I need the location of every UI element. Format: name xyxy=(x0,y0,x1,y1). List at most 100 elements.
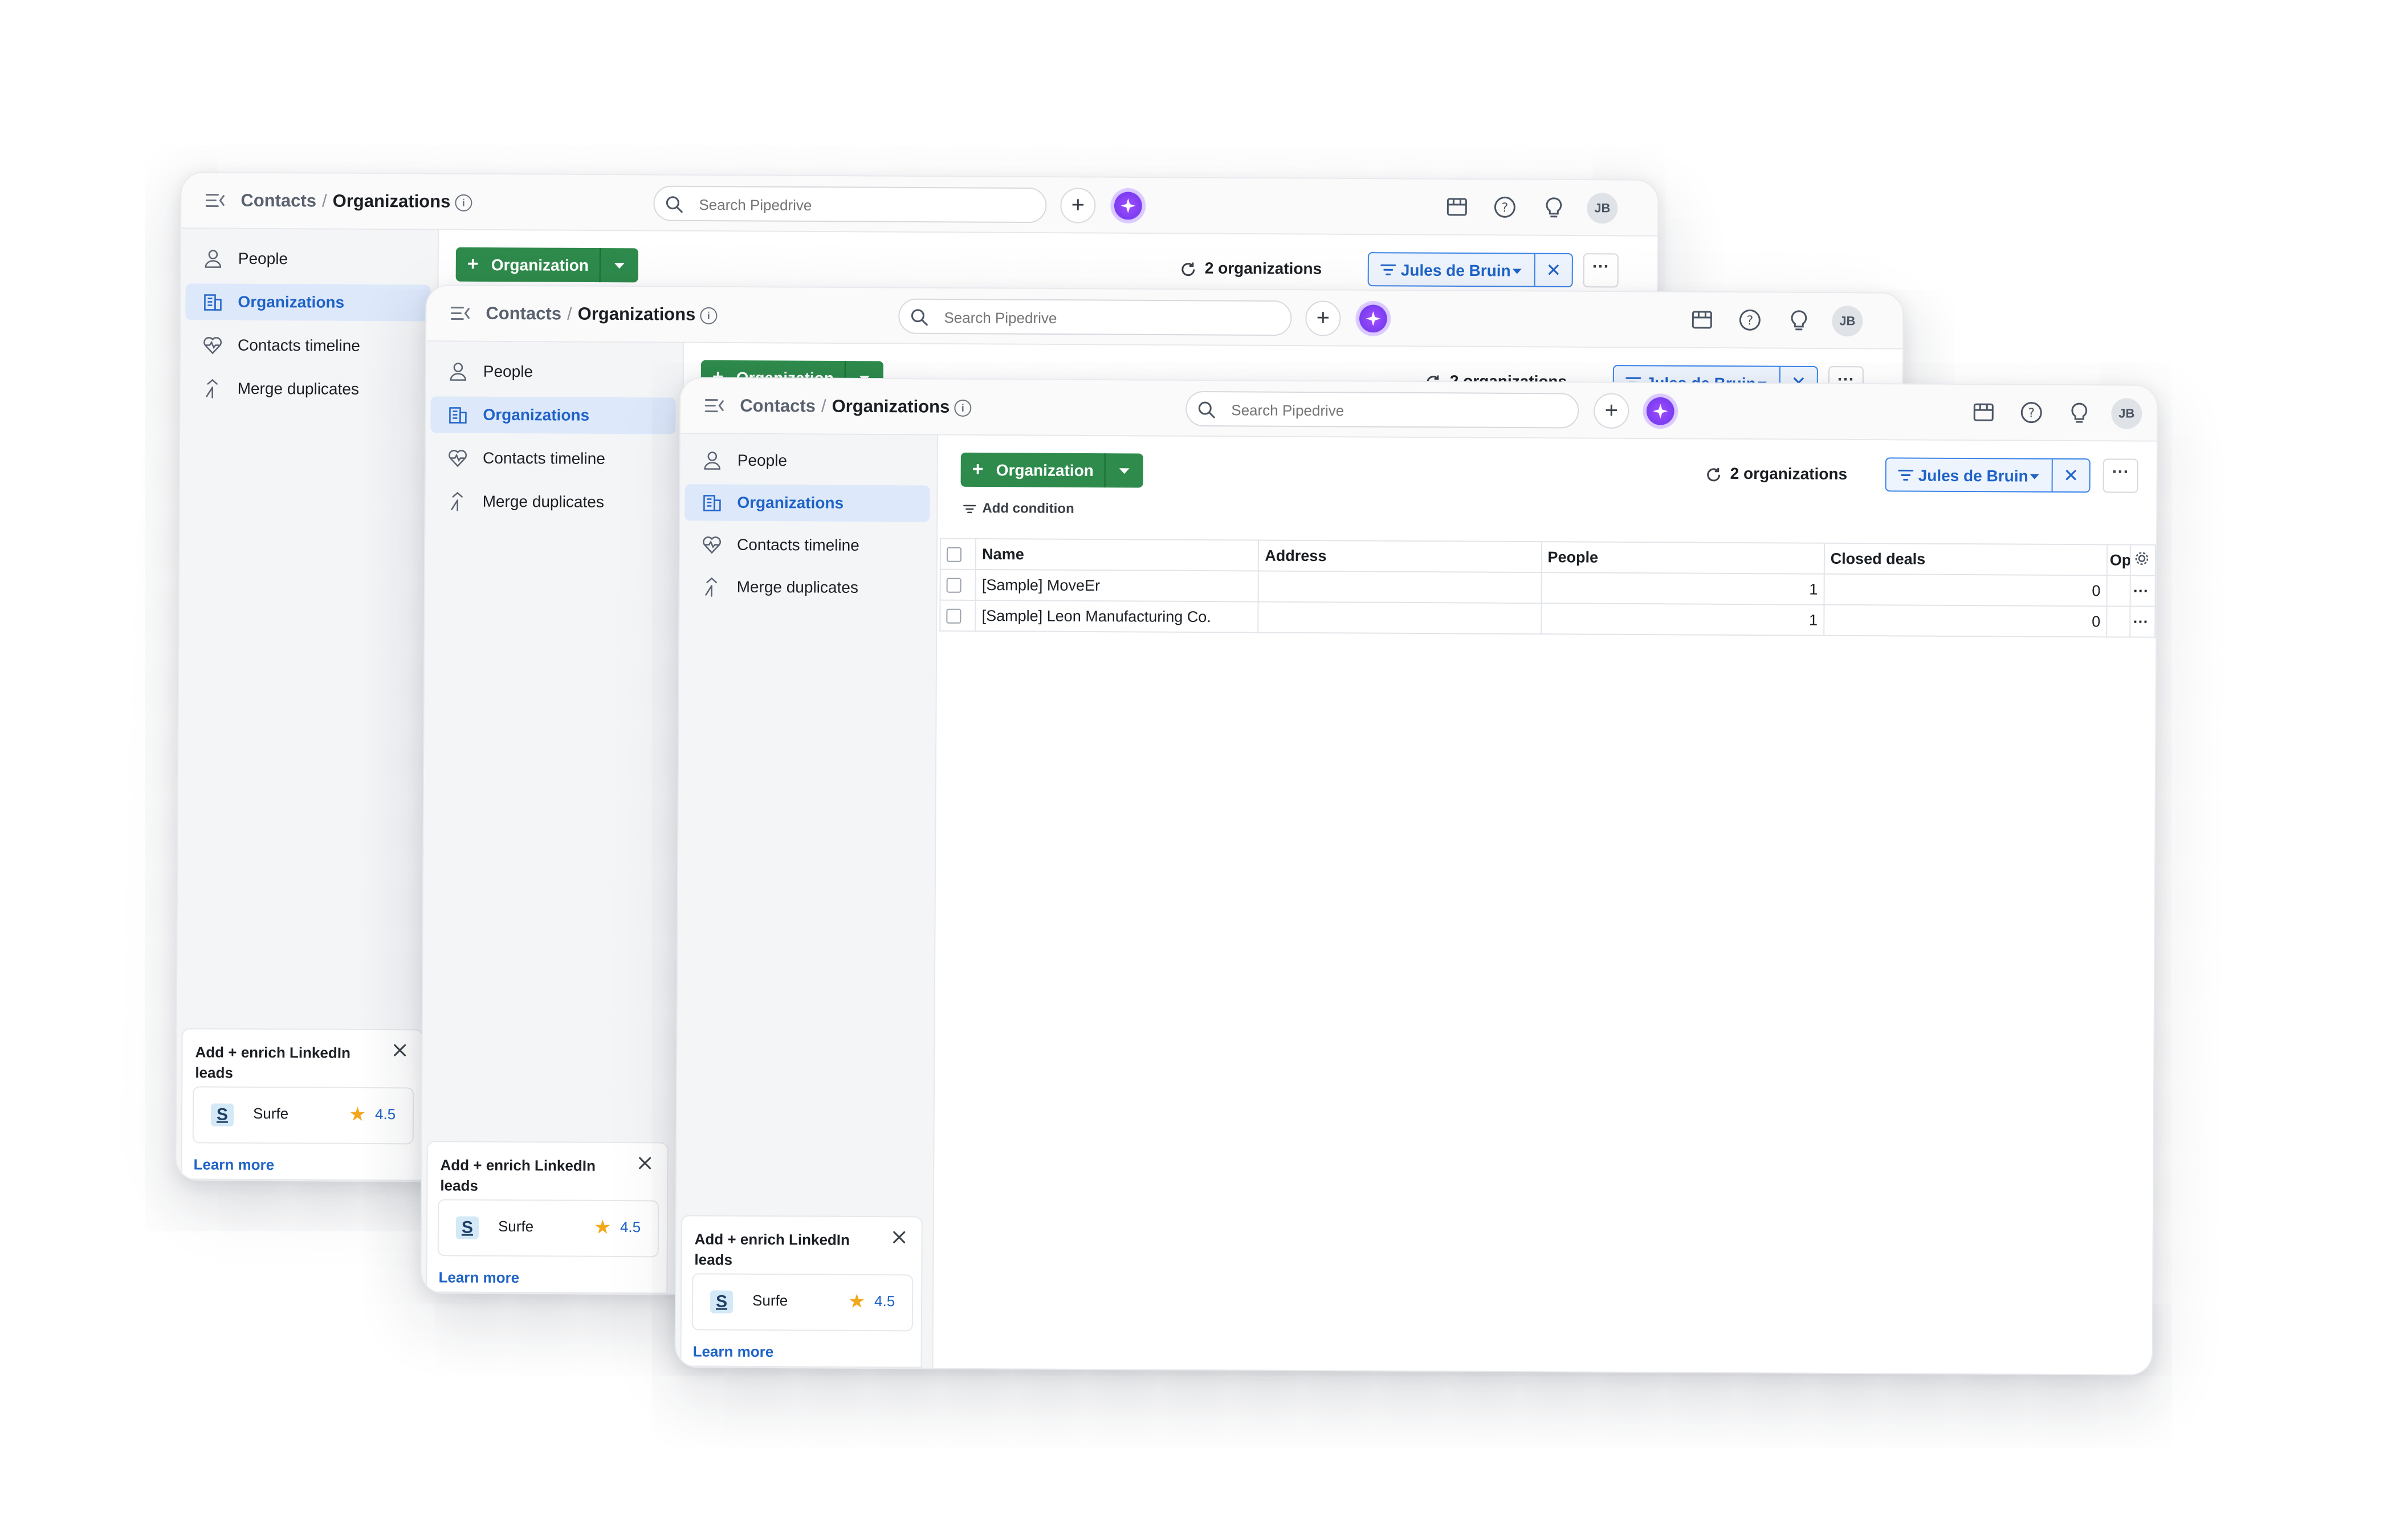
sidebar-item-people[interactable]: People xyxy=(685,442,930,479)
help-icon[interactable]: ? xyxy=(1492,194,1517,219)
column-header-closed-deals[interactable]: Closed deals xyxy=(1824,543,2107,576)
search-bar[interactable] xyxy=(1185,391,1579,429)
search-bar[interactable] xyxy=(898,298,1292,336)
help-icon[interactable]: ? xyxy=(1737,307,1762,332)
close-icon[interactable] xyxy=(891,1229,908,1246)
quick-add-button[interactable]: + xyxy=(1305,300,1341,336)
column-header-people[interactable]: People xyxy=(1541,542,1824,574)
top-bar: Contacts/Organizationsi + ? JB xyxy=(181,173,1658,237)
search-icon xyxy=(1198,401,1215,418)
info-icon[interactable]: i xyxy=(700,307,718,324)
page-title: Organizations xyxy=(577,303,696,324)
cell-closed-deals[interactable]: 0 xyxy=(1823,604,2107,637)
row-checkbox[interactable] xyxy=(946,578,961,593)
avatar[interactable]: JB xyxy=(1587,193,1618,224)
info-icon[interactable]: i xyxy=(954,399,972,417)
menu-toggle-icon[interactable] xyxy=(204,189,227,212)
search-input[interactable] xyxy=(698,192,1031,219)
cell-closed-deals[interactable]: 0 xyxy=(1824,574,2107,607)
add-organization-button[interactable]: + Organization xyxy=(455,247,638,283)
surfe-logo: S xyxy=(710,1290,734,1313)
learn-more-link[interactable]: Learn more xyxy=(438,1268,519,1287)
sidebar-item-merge-duplicates[interactable]: Merge duplicates xyxy=(430,483,675,520)
sidebar-item-contacts-timeline[interactable]: Contacts timeline xyxy=(430,440,675,477)
search-input[interactable] xyxy=(1230,398,1563,424)
info-icon[interactable]: i xyxy=(455,194,472,212)
menu-toggle-icon[interactable] xyxy=(703,394,726,417)
sidebar-item-people[interactable]: People xyxy=(431,353,676,391)
refresh-icon[interactable] xyxy=(1705,466,1722,483)
filter-button[interactable]: Jules de Bruin ✕ xyxy=(1885,457,2091,493)
close-icon[interactable] xyxy=(392,1042,409,1059)
close-icon[interactable] xyxy=(637,1154,654,1172)
add-organization-button[interactable]: + Organization xyxy=(960,452,1143,488)
sidebar-item-merge-duplicates[interactable]: Merge duplicates xyxy=(684,568,929,606)
quick-add-button[interactable]: + xyxy=(1060,188,1096,223)
help-icon[interactable]: ? xyxy=(2019,400,2044,425)
breadcrumb: Contacts / Organizations i xyxy=(241,187,472,215)
marketplace-icon[interactable] xyxy=(1971,400,1996,425)
cell-open-deals[interactable] xyxy=(2107,606,2130,637)
add-organization-label: Organization xyxy=(996,461,1094,480)
cell-people[interactable]: 1 xyxy=(1541,572,1824,605)
cell-people[interactable]: 1 xyxy=(1541,603,1824,636)
learn-more-link[interactable]: Learn more xyxy=(193,1156,274,1174)
cell-name[interactable]: [Sample] Leon Manufacturing Co. xyxy=(975,600,1258,633)
cell-address[interactable] xyxy=(1258,571,1542,604)
sidebar-item-contacts-timeline[interactable]: Contacts timeline xyxy=(185,327,430,364)
cell-address[interactable] xyxy=(1258,601,1542,635)
add-organization-dropdown[interactable] xyxy=(599,248,638,283)
cell-name[interactable]: [Sample] MoveEr xyxy=(975,569,1259,602)
sidebar-item-merge-duplicates[interactable]: Merge duplicates xyxy=(185,370,430,408)
more-options-button[interactable]: ··· xyxy=(2103,458,2138,493)
sidebar-item-label: Contacts timeline xyxy=(237,336,360,355)
ai-assistant-button[interactable] xyxy=(1643,393,1678,429)
sparkle-icon xyxy=(1653,404,1668,419)
sidebar-item-organizations[interactable]: Organizations xyxy=(430,396,676,434)
sidebar-item-organizations[interactable]: Organizations xyxy=(684,484,930,522)
search-bar[interactable] xyxy=(653,185,1047,223)
sidebar-item-contacts-timeline[interactable]: Contacts timeline xyxy=(684,526,930,564)
quick-add-button[interactable]: + xyxy=(1594,393,1629,429)
gear-icon[interactable] xyxy=(2134,551,2149,566)
filter-icon xyxy=(1380,264,1396,275)
sidebar-item-organizations[interactable]: Organizations xyxy=(185,283,431,322)
menu-toggle-icon[interactable] xyxy=(449,302,472,324)
lightbulb-icon[interactable] xyxy=(2067,400,2092,425)
refresh-icon[interactable] xyxy=(1180,261,1197,278)
breadcrumb-contacts[interactable]: Contacts xyxy=(486,303,561,324)
lightbulb-icon[interactable] xyxy=(1786,308,1811,333)
learn-more-link[interactable]: Learn more xyxy=(693,1343,774,1361)
sidebar-item-label: People xyxy=(238,249,288,268)
add-condition-button[interactable]: Add condition xyxy=(963,501,1074,517)
filter-button[interactable]: Jules de Bruin ✕ xyxy=(1367,252,1573,288)
select-all-checkbox[interactable] xyxy=(946,547,962,563)
row-actions-button[interactable]: ··· xyxy=(2130,575,2156,607)
lightbulb-icon[interactable] xyxy=(1541,195,1566,220)
ai-assistant-button[interactable] xyxy=(1355,300,1391,337)
column-header-address[interactable]: Address xyxy=(1258,540,1542,573)
row-checkbox[interactable] xyxy=(946,609,961,624)
marketplace-icon[interactable] xyxy=(1689,307,1714,332)
ai-assistant-button[interactable] xyxy=(1110,188,1146,224)
search-input[interactable] xyxy=(943,305,1276,332)
row-actions-button[interactable]: ··· xyxy=(2130,606,2156,637)
avatar[interactable]: JB xyxy=(1832,306,1863,337)
cell-open-deals[interactable] xyxy=(2107,575,2131,607)
sidebar-item-people[interactable]: People xyxy=(186,240,431,278)
column-header-open-deals[interactable]: Op xyxy=(2107,544,2131,576)
column-header-name[interactable]: Name xyxy=(976,538,1259,571)
table-row[interactable]: [Sample] Leon Manufacturing Co. 1 0 ··· xyxy=(940,600,2156,637)
avatar[interactable]: JB xyxy=(2111,398,2142,429)
breadcrumb-contacts[interactable]: Contacts xyxy=(740,396,816,416)
more-options-button[interactable]: ··· xyxy=(1583,253,1619,288)
promo-app-card[interactable]: S Surfe ★ 4.5 xyxy=(437,1199,659,1258)
marketplace-icon[interactable] xyxy=(1444,194,1469,219)
promo-app-card[interactable]: S Surfe ★ 4.5 xyxy=(691,1273,914,1332)
breadcrumb-contacts[interactable]: Contacts xyxy=(241,190,316,211)
promo-app-card[interactable]: S Surfe ★ 4.5 xyxy=(192,1086,414,1145)
heart-pulse-icon xyxy=(203,337,222,355)
clear-filter-button[interactable]: ✕ xyxy=(1534,254,1572,287)
add-organization-dropdown[interactable] xyxy=(1104,453,1143,488)
clear-filter-button[interactable]: ✕ xyxy=(2051,459,2089,492)
